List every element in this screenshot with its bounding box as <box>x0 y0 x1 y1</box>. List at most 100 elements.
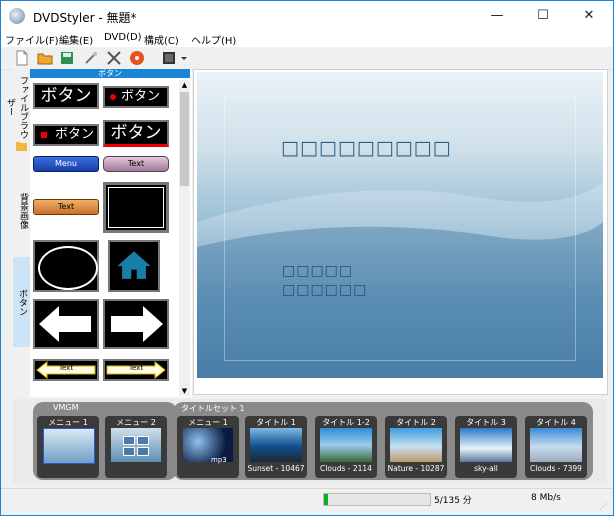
button-style-orange[interactable]: Text <box>33 199 99 215</box>
window-title: DVDStyler - 無題* <box>33 11 137 25</box>
button-style-pink[interactable]: Text <box>103 156 169 172</box>
scroll-down-arrow-icon[interactable]: ▼ <box>179 386 190 396</box>
button-style-2[interactable]: ボタン <box>103 86 169 108</box>
folder-icon <box>16 142 27 151</box>
button-style-arrow-text-right[interactable]: Text <box>103 359 169 381</box>
button-style-3-text: ボタン <box>55 127 95 142</box>
toolbar <box>1 47 613 70</box>
title-2[interactable]: タイトル 2 Nature - 10287 <box>385 416 447 478</box>
dropdown-arrow-icon[interactable] <box>179 50 189 66</box>
title-4-thumbnail <box>530 428 582 462</box>
menu-body-line-1: □□□□□ <box>282 263 354 279</box>
titleset-manager: VMGM メニュー 1 メニュー 2 タイトルセット 1 メニュー 1 mp3 … <box>13 399 607 483</box>
app-window: DVDStyler - 無題* — ☐ ✕ ファイル(F) 編集(E) DVD(… <box>0 0 614 516</box>
button-style-arrow-text-left[interactable]: Text <box>33 359 99 381</box>
menu-bar: ファイル(F) 編集(E) DVD(D) 構成(C) ヘルプ(H) <box>1 31 613 47</box>
button-style-home[interactable] <box>108 240 160 292</box>
menu-title-text[interactable]: □□□□□□□□□ <box>281 137 452 159</box>
thumb-tile-4 <box>137 447 149 456</box>
thumb-tile-3 <box>123 447 135 456</box>
button-style-arrow-right[interactable] <box>103 299 169 349</box>
tab-backgrounds[interactable]: 背景画像 <box>13 189 30 233</box>
vmgm-label: VMGM <box>53 403 79 412</box>
title-3-thumbnail <box>460 428 512 462</box>
side-tab-strip: ファイルブラウザー 背景画像 ボタン <box>5 69 30 391</box>
menu-editor-area: □□□□□□□□□ □□□□□ □□□□□□ <box>193 69 608 395</box>
menu-config[interactable]: 構成(C) <box>144 32 179 47</box>
title-1-2-thumbnail <box>320 428 372 462</box>
button-style-menu-blue[interactable]: Menu <box>33 156 99 172</box>
red-square-icon <box>41 132 47 138</box>
disc-usage-progress-fill <box>324 494 329 505</box>
vmgm-menu-1-label: メニュー 1 <box>48 418 88 427</box>
title-3[interactable]: タイトル 3 sky-all <box>455 416 517 478</box>
title-3-label: タイトル 3 <box>466 418 506 427</box>
dvdstyler-app-icon <box>9 8 25 24</box>
close-button[interactable]: ✕ <box>566 1 612 31</box>
titleset-1-label: タイトルセット 1 <box>181 404 245 413</box>
home-icon <box>117 251 151 279</box>
button-style-1[interactable]: ボタン <box>33 83 99 109</box>
title-1-2[interactable]: タイトル 1-2 Clouds - 2114 <box>315 416 377 478</box>
button-style-2-text: ボタン <box>121 89 161 104</box>
new-document-icon[interactable] <box>14 50 30 66</box>
menu-edit[interactable]: 編集(E) <box>59 32 93 47</box>
button-style-3[interactable]: ボタン <box>33 124 99 146</box>
scroll-up-arrow-icon[interactable]: ▲ <box>179 80 190 90</box>
title-4[interactable]: タイトル 4 Clouds - 7399 <box>525 416 587 478</box>
title-4-label: タイトル 4 <box>536 418 576 427</box>
status-bar: 5/135 分 8 Mb/s ⋰ <box>1 488 613 515</box>
wand-icon[interactable] <box>83 50 99 66</box>
button-style-ellipse[interactable] <box>33 240 99 292</box>
resize-grip-icon[interactable]: ⋰ <box>599 502 609 512</box>
settings-tools-icon[interactable] <box>106 50 122 66</box>
titleset-menu-1-caption: mp3 <box>211 456 227 464</box>
titleset-menu-1[interactable]: メニュー 1 mp3 <box>177 416 239 478</box>
vmgm-menu-2-thumbnail <box>111 428 161 462</box>
burn-disc-icon[interactable] <box>129 50 145 66</box>
menu-body-text[interactable]: □□□□□ □□□□□□ <box>282 262 367 300</box>
vmgm-menu-2[interactable]: メニュー 2 <box>105 416 167 478</box>
vmgm-menu-1-thumbnail <box>43 428 95 464</box>
duration-text: 5/135 分 <box>434 496 472 506</box>
minimize-button[interactable]: — <box>474 1 520 31</box>
title-1[interactable]: タイトル 1 Sunset - 10467 <box>245 416 307 478</box>
arrow-right-icon <box>111 306 163 342</box>
title-bar: DVDStyler - 無題* — ☐ ✕ <box>1 1 613 31</box>
title-2-thumbnail <box>390 428 442 462</box>
title-1-thumbnail <box>250 428 302 462</box>
titleset-1-group: タイトルセット 1 メニュー 1 mp3 タイトル 1 Sunset - 104… <box>173 402 593 480</box>
scrollbar-thumb[interactable] <box>180 92 189 186</box>
ellipse-shape <box>38 246 98 290</box>
menu-body-line-2: □□□□□□ <box>282 282 368 298</box>
title-3-caption: sky-all <box>474 464 498 473</box>
add-video-icon[interactable] <box>161 50 177 66</box>
vmgm-menu-1[interactable]: メニュー 1 <box>37 416 99 478</box>
tab-buttons[interactable]: ボタン <box>13 257 30 347</box>
menu-canvas[interactable]: □□□□□□□□□ □□□□□ □□□□□□ <box>197 72 603 378</box>
arrow-text-left-label: Text <box>58 364 74 372</box>
disc-usage-progress <box>323 493 431 506</box>
panel-header: ボタン <box>30 69 190 78</box>
menu-help[interactable]: ヘルプ(H) <box>191 32 236 47</box>
button-style-arrow-left[interactable] <box>33 299 99 349</box>
titleset-menu-1-label: メニュー 1 <box>188 418 228 427</box>
title-4-caption: Clouds - 7399 <box>530 464 582 473</box>
button-style-black-frame[interactable] <box>103 182 169 233</box>
title-1-caption: Sunset - 10467 <box>247 464 305 473</box>
button-style-4[interactable]: ボタン <box>103 120 169 147</box>
arrow-left-icon <box>39 306 91 342</box>
thumb-tile-1 <box>123 436 135 445</box>
menu-file[interactable]: ファイル(F) <box>5 32 59 47</box>
tab-file-browser[interactable]: ファイルブラウザー <box>5 75 30 139</box>
vmgm-group: VMGM メニュー 1 メニュー 2 <box>33 402 177 480</box>
menu-dvd[interactable]: DVD(D) <box>104 32 142 43</box>
red-dot-icon <box>110 94 116 100</box>
title-1-2-caption: Clouds - 2114 <box>320 464 372 473</box>
save-icon[interactable] <box>59 50 75 66</box>
open-folder-icon[interactable] <box>37 50 53 66</box>
title-2-caption: Nature - 10287 <box>387 464 445 473</box>
panel-scrollbar[interactable]: ▲ ▼ <box>179 80 190 396</box>
maximize-button[interactable]: ☐ <box>520 1 566 31</box>
thumb-tile-2 <box>137 436 149 445</box>
